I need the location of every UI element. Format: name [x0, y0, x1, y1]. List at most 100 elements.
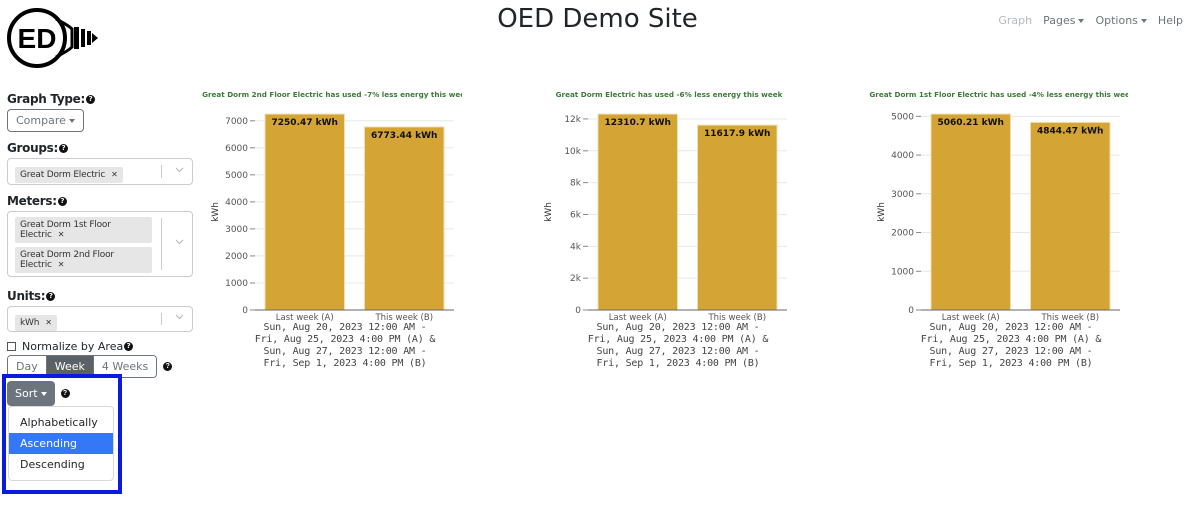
x-category-label: This week (B)	[707, 313, 766, 321]
y-tick-label: 2k	[570, 274, 582, 284]
y-tick-label: 2000	[225, 252, 248, 262]
sort-option-ascending[interactable]: Ascending	[9, 433, 113, 454]
period-day-button[interactable]: Day	[8, 356, 46, 377]
remove-icon[interactable]: ✕	[58, 230, 65, 239]
normalize-label: Normalize by Area	[22, 340, 124, 353]
help-icon[interactable]: ?	[163, 362, 173, 371]
date-range-line: Fri, Aug 25, 2023 4:00 PM (A) &	[920, 334, 1102, 345]
nav-pages[interactable]: Pages	[1043, 14, 1085, 27]
date-range-line: Sun, Aug 20, 2023 12:00 AM -	[263, 322, 427, 333]
help-icon[interactable]: ?	[86, 94, 95, 104]
chart-svg: Great Dorm Electric has used -6% less en…	[544, 90, 787, 323]
date-range-line: Sun, Aug 20, 2023 12:00 AM -	[596, 322, 760, 333]
chart-title: Great Dorm 2nd Floor Electric has used -…	[202, 90, 462, 99]
help-icon[interactable]: ?	[60, 389, 70, 398]
y-tick-label: 10k	[564, 147, 581, 157]
y-axis-label: kWh	[877, 202, 887, 222]
logo-text: ED	[18, 23, 57, 54]
y-tick-label: 3000	[225, 225, 248, 235]
nav-graph[interactable]: Graph	[998, 14, 1032, 27]
divider	[161, 313, 162, 325]
date-range-line: Fri, Aug 25, 2023 4:00 PM (A) &	[587, 334, 769, 345]
bar	[696, 124, 778, 311]
chevron-down-icon[interactable]	[175, 314, 184, 322]
bar-value-label: 5060.21 kWh	[938, 118, 1004, 128]
date-range-line: Sun, Aug 27, 2023 12:00 AM -	[929, 346, 1093, 357]
nav-pages-label: Pages	[1043, 14, 1076, 27]
lightbulb-logo-icon: ED	[7, 8, 98, 68]
graph-type-dropdown[interactable]: Compare	[7, 109, 84, 132]
chevron-down-icon[interactable]	[175, 167, 184, 175]
help-icon[interactable]: ?	[59, 143, 68, 153]
groups-label: Groups:?	[7, 141, 193, 155]
y-tick-label: 0	[908, 306, 914, 316]
help-icon[interactable]: ?	[124, 342, 134, 351]
chart-title: Great Dorm 1st Floor Electric has used -…	[869, 90, 1128, 99]
bar-value-label: 7250.47 kWh	[272, 118, 338, 128]
groups-select[interactable]: Great Dorm Electric ✕	[7, 158, 193, 185]
meters-select[interactable]: Great Dorm 1st Floor Electric ✕ Great Dor…	[7, 211, 193, 277]
sort-option-descending[interactable]: Descending	[9, 454, 113, 475]
help-icon[interactable]: ?	[46, 291, 56, 301]
bar	[363, 126, 445, 311]
y-tick-label: 5000	[891, 112, 914, 122]
divider	[161, 165, 162, 178]
caret-down-icon	[40, 392, 47, 396]
chart-svg: Great Dorm 1st Floor Electric has used -…	[869, 90, 1134, 323]
x-category-label: Last week (A)	[942, 313, 1000, 321]
nav-options-label: Options	[1095, 14, 1138, 27]
sort-option-alphabetically[interactable]: Alphabetically	[9, 412, 113, 433]
chart-svg: Great Dorm 2nd Floor Electric has used -…	[202, 90, 470, 323]
bar	[264, 113, 346, 311]
y-tick-label: 1000	[891, 267, 914, 277]
y-tick-label: 4000	[225, 198, 248, 208]
y-tick-label: 8k	[570, 179, 582, 189]
sort-dropdown-menu: Alphabetically Ascending Descending	[8, 406, 114, 481]
group-chip-label: Great Dorm Electric	[20, 170, 106, 180]
y-tick-label: 2000	[891, 229, 914, 239]
chevron-down-icon[interactable]	[175, 239, 184, 247]
period-4weeks-button[interactable]: 4 Weeks	[92, 356, 157, 377]
nav-options[interactable]: Options	[1095, 14, 1147, 27]
meters-label-text: Meters:	[7, 194, 57, 208]
normalize-row: Normalize by Area?	[7, 340, 193, 353]
y-tick-label: 6k	[570, 210, 582, 220]
y-tick-label: 1000	[225, 279, 248, 289]
units-select[interactable]: kWh ✕	[7, 306, 193, 332]
nav-help-label: Help	[1157, 14, 1183, 27]
date-range-line: Sun, Aug 27, 2023 12:00 AM -	[596, 346, 760, 357]
nav-graph-label: Graph	[998, 14, 1033, 27]
caret-down-icon	[68, 119, 75, 123]
caret-down-icon	[1078, 19, 1085, 23]
remove-icon[interactable]: ✕	[45, 318, 52, 327]
graph-type-value: Compare	[16, 114, 66, 127]
y-tick-label: 4k	[570, 242, 582, 252]
normalize-checkbox[interactable]	[7, 342, 16, 351]
y-tick-label: 5000	[225, 171, 248, 181]
date-range-line: Fri, Sep 1, 2023 4:00 PM (B)	[596, 358, 760, 369]
period-week-button[interactable]: Week	[45, 356, 93, 377]
caret-down-icon	[1140, 19, 1147, 23]
remove-icon[interactable]: ✕	[58, 260, 65, 269]
oed-logo[interactable]: ED	[6, 7, 101, 69]
x-category-label: This week (B)	[1040, 313, 1099, 321]
y-tick-label: 4000	[891, 151, 914, 161]
nav-help[interactable]: Help	[1158, 14, 1183, 27]
divider	[161, 218, 162, 270]
date-range-text: Sun, Aug 20, 2023 12:00 AM - Fri, Aug 25,…	[228, 322, 462, 370]
date-range-line: Fri, Sep 1, 2023 4:00 PM (B)	[263, 358, 427, 369]
y-tick-label: 3000	[891, 190, 914, 200]
y-tick-label: 12k	[564, 115, 581, 125]
remove-icon[interactable]: ✕	[111, 170, 118, 179]
meter-chip: Great Dorm 2nd Floor Electric ✕	[15, 247, 152, 273]
y-axis-label: kWh	[544, 202, 554, 222]
y-tick-label: 0	[575, 306, 581, 316]
units-label-text: Units:	[7, 289, 46, 303]
x-category-label: Last week (A)	[276, 313, 334, 321]
period-toggle: Day Week 4 Weeks	[7, 355, 158, 378]
help-icon[interactable]: ?	[57, 196, 67, 206]
sort-button[interactable]: Sort	[7, 381, 55, 406]
x-category-label: This week (B)	[374, 313, 433, 321]
groups-label-text: Groups:	[7, 141, 58, 155]
date-range-text: Sun, Aug 20, 2023 12:00 AM - Fri, Aug 25,…	[894, 322, 1128, 370]
